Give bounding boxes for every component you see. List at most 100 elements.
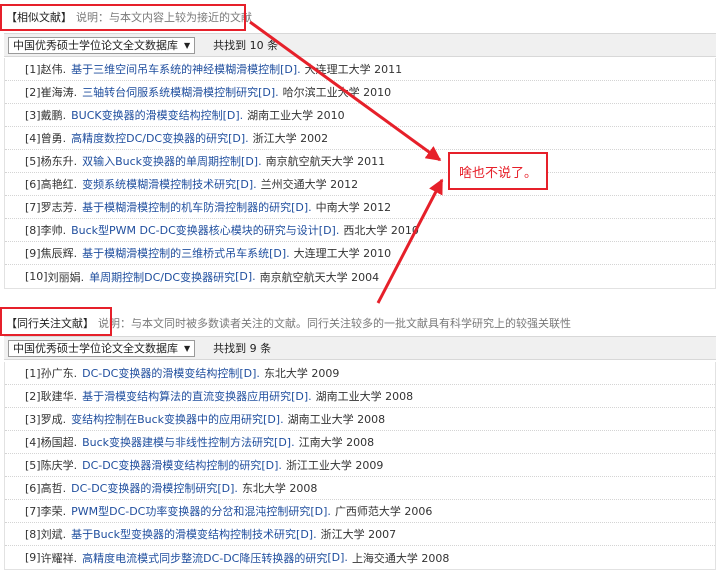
item-index: [1]: [25, 62, 41, 76]
item-type: [D].: [280, 62, 301, 76]
item-title-link[interactable]: 高精度电流模式同步整流DC-DC降压转换器的研究: [82, 550, 327, 566]
item-source: 浙江工业大学 2009: [285, 459, 384, 472]
item-type: [D].: [228, 131, 249, 145]
item-author: 赵伟.: [40, 63, 67, 76]
item-title-link[interactable]: 基于模糊滑模控制的三维桥式吊车系统: [82, 245, 269, 261]
list-item: [3] 戴鹏. BUCK变换器的滑模变结构控制 [D]. 湖南工业大学 2010: [5, 104, 715, 127]
similar-list: [1] 赵伟. 基于三维空间吊车系统的神经模糊滑模控制 [D]. 大连理工大学 2011…: [4, 58, 716, 289]
list-item: [1] 赵伟. 基于三维空间吊车系统的神经模糊滑模控制 [D]. 大连理工大学 2011: [5, 58, 715, 81]
similar-toolbar: 中国优秀硕士学位论文全文数据库 ▼ 共找到 10 条: [4, 33, 716, 57]
item-author: 耿建华.: [40, 390, 78, 403]
list-item: [10] 刘丽娟. 单周期控制DC/DC变换器研究 [D]. 南京航空航天大学 2004: [5, 265, 715, 288]
similar-section-description: 说明：与本文内容上较为接近的文献: [76, 11, 252, 24]
item-source: 南京航空航天大学 2011: [265, 155, 386, 168]
item-index: [6]: [25, 177, 41, 191]
item-index: [8]: [25, 223, 41, 237]
item-author: 孙广东.: [40, 367, 78, 380]
item-index: [1]: [25, 366, 41, 380]
list-item: [4] 杨国超. Buck变换器建模与非线性控制方法研究 [D]. 江南大学 2008: [5, 431, 715, 454]
peer-database-select-value: 中国优秀硕士学位论文全文数据库: [13, 342, 178, 355]
item-index: [7]: [25, 504, 41, 518]
item-source: 兰州交通大学 2012: [260, 178, 359, 191]
item-source: 西北大学 2010: [343, 224, 419, 237]
item-author: 戴鹏.: [40, 109, 67, 122]
item-type: [D].: [217, 481, 238, 495]
item-title-link[interactable]: 高精度数控DC/DC变换器的研究: [71, 130, 228, 146]
item-index: [2]: [25, 85, 41, 99]
item-author: 许耀祥.: [40, 551, 78, 565]
list-item: [8] 刘斌. 基于Buck型变换器的滑模变结构控制技术研究 [D]. 浙江大学 200…: [5, 523, 715, 546]
item-index: [9]: [25, 551, 41, 564]
item-type: [D].: [236, 177, 257, 191]
item-index: [7]: [25, 200, 41, 214]
similar-section-title: 【相似文献】: [6, 11, 72, 24]
item-type: [D].: [263, 412, 284, 426]
item-type: [D].: [235, 270, 256, 283]
similar-result-count: 共找到 10 条: [213, 39, 279, 52]
item-author: 李荣.: [40, 505, 67, 518]
item-source: 东北大学 2008: [241, 482, 318, 495]
item-type: [D].: [296, 527, 317, 541]
similar-database-select-value: 中国优秀硕士学位论文全文数据库: [13, 39, 178, 52]
peer-section-title: 【同行关注文献】: [6, 317, 94, 330]
item-source: 上海交通大学 2008: [351, 551, 450, 565]
item-author: 刘丽娟.: [47, 270, 85, 284]
item-index: [10]: [25, 270, 48, 283]
item-type: [D].: [310, 504, 331, 518]
similar-database-select[interactable]: 中国优秀硕士学位论文全文数据库 ▼: [8, 36, 196, 54]
list-item: [6] 高哲. DC-DC变换器的滑模控制研究 [D]. 东北大学 2008: [5, 477, 715, 500]
item-author: 杨国超.: [40, 436, 78, 449]
list-item: [3] 罗成. 变结构控制在Buck变换器中的应用研究 [D]. 湖南工业大学 2008: [5, 408, 715, 431]
item-title-link[interactable]: DC-DC变换器的滑模变结构控制: [82, 365, 239, 381]
item-author: 高艳红.: [40, 178, 78, 191]
item-author: 崔海涛.: [40, 86, 78, 99]
item-title-link[interactable]: BUCK变换器的滑模变结构控制: [71, 107, 223, 123]
item-index: [3]: [25, 108, 41, 122]
item-index: [3]: [25, 412, 41, 426]
chevron-down-icon: ▼: [184, 343, 191, 353]
item-title-link[interactable]: PWM型DC-DC功率变换器的分岔和混沌控制研究: [71, 503, 310, 519]
peer-section-description: 说明：与本文同时被多数读者关注的文献。同行关注较多的一批文献具有科学研究上的较强…: [98, 317, 571, 330]
peer-result-count: 共找到 9 条: [213, 342, 272, 355]
item-index: [8]: [25, 527, 41, 541]
item-title-link[interactable]: Buck变换器建模与非线性控制方法研究: [82, 434, 274, 450]
item-type: [D].: [258, 85, 279, 99]
item-source: 浙江大学 2007: [320, 528, 397, 541]
item-author: 陈庆学.: [40, 459, 78, 472]
item-title-link[interactable]: 双输入Buck变换器的单周期控制: [82, 153, 241, 169]
item-type: [D].: [291, 389, 312, 403]
item-title-link[interactable]: 变频系统模糊滑模控制技术研究: [82, 176, 236, 192]
item-source: 中南大学 2012: [315, 201, 392, 214]
item-index: [4]: [25, 435, 41, 449]
item-title-link[interactable]: 三轴转台伺服系统模糊滑模控制研究: [82, 84, 258, 100]
list-item: [5] 杨东升. 双输入Buck变换器的单周期控制 [D]. 南京航空航天大学 2011: [5, 150, 715, 173]
item-title-link[interactable]: 基于滑模变结构算法的直流变换器应用研究: [82, 388, 291, 404]
item-author: 罗成.: [40, 413, 67, 426]
item-title-link[interactable]: 基于Buck型变换器的滑模变结构控制技术研究: [71, 526, 296, 542]
item-source: 湖南工业大学 2010: [247, 109, 345, 122]
item-title-link[interactable]: DC-DC变换器的滑模控制研究: [71, 480, 217, 496]
item-title-link[interactable]: 基于三维空间吊车系统的神经模糊滑模控制: [71, 61, 280, 77]
list-item: [9] 许耀祥. 高精度电流模式同步整流DC-DC降压转换器的研究 [D]. 上海交通大…: [5, 546, 715, 569]
item-source: 广西师范大学 2006: [334, 505, 433, 518]
list-item: [7] 李荣. PWM型DC-DC功率变换器的分岔和混沌控制研究 [D]. 广西师范大学…: [5, 500, 715, 523]
item-source: 南京航空航天大学 2004: [259, 270, 380, 284]
item-index: [6]: [25, 481, 41, 495]
item-type: [D].: [261, 458, 282, 472]
list-item: [7] 罗志芳. 基于模糊滑模控制的机车防滑控制器的研究 [D]. 中南大学 2012: [5, 196, 715, 219]
peer-database-select[interactable]: 中国优秀硕士学位论文全文数据库 ▼: [8, 339, 196, 357]
item-index: [9]: [25, 246, 41, 260]
item-title-link[interactable]: Buck型PWM DC-DC变换器核心模块的研究与设计: [71, 222, 319, 238]
item-title-link[interactable]: DC-DC变换器滑模变结构控制的研究: [82, 457, 261, 473]
peer-list: [1] 孙广东. DC-DC变换器的滑模变结构控制 [D]. 东北大学 2009 [2] 耿…: [4, 362, 716, 570]
item-type: [D].: [269, 246, 290, 260]
item-title-link[interactable]: 变结构控制在Buck变换器中的应用研究: [71, 411, 263, 427]
item-title-link[interactable]: 单周期控制DC/DC变换器研究: [89, 269, 235, 285]
item-type: [D].: [274, 435, 295, 449]
item-author: 曾勇.: [40, 132, 67, 145]
item-title-link[interactable]: 基于模糊滑模控制的机车防滑控制器的研究: [82, 199, 291, 215]
item-type: [D].: [222, 108, 244, 122]
item-source: 湖南工业大学 2008: [287, 413, 386, 426]
item-source: 江南大学 2008: [298, 436, 375, 449]
list-item: [2] 耿建华. 基于滑模变结构算法的直流变换器应用研究 [D]. 湖南工业大学 200…: [5, 385, 715, 408]
